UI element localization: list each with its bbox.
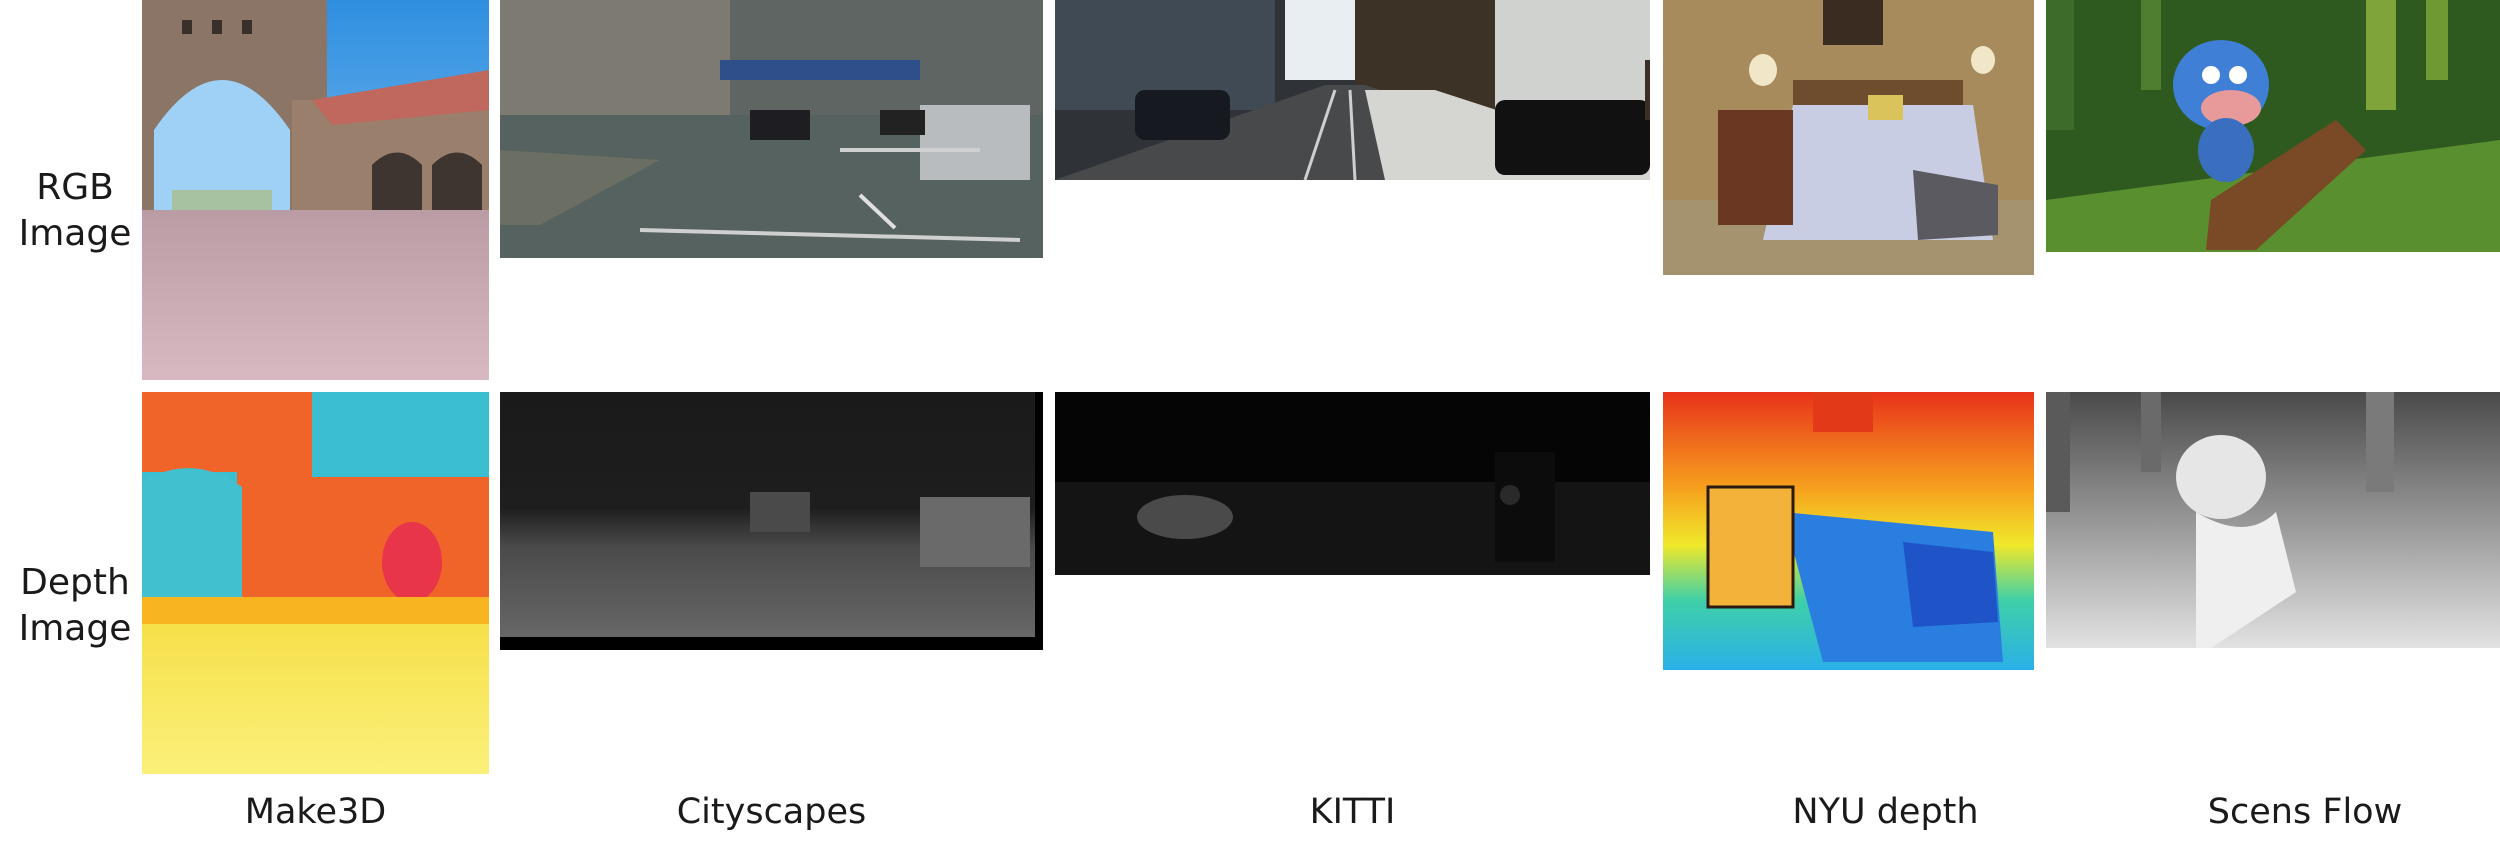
sceneflow-rgb-image bbox=[2046, 0, 2500, 252]
dataset-label-make3d: Make3D bbox=[244, 792, 387, 832]
row-label-rgb-line2: Image bbox=[18, 213, 132, 254]
dataset-label-kitti: KITTI bbox=[1309, 792, 1396, 832]
row-label-rgb: RGB Image bbox=[4, 165, 146, 257]
make3d-depth-image bbox=[142, 392, 489, 774]
cityscapes-depth-image bbox=[500, 392, 1043, 650]
dataset-label-cityscapes: Cityscapes bbox=[676, 792, 867, 832]
sceneflow-depth-image bbox=[2046, 392, 2500, 648]
nyu-depth-image bbox=[1663, 392, 2034, 670]
cityscapes-rgb-image bbox=[500, 0, 1043, 258]
row-label-depth: Depth Image bbox=[4, 560, 146, 652]
make3d-rgb-image bbox=[142, 0, 489, 380]
kitti-depth-image bbox=[1055, 392, 1650, 575]
nyu-rgb-image bbox=[1663, 0, 2034, 275]
row-label-depth-line1: Depth bbox=[20, 562, 130, 603]
kitti-rgb-image bbox=[1055, 0, 1650, 180]
row-label-rgb-line1: RGB bbox=[36, 167, 114, 208]
dataset-label-nyu: NYU depth bbox=[1792, 792, 1979, 832]
row-label-depth-line2: Image bbox=[18, 608, 132, 649]
dataset-label-sceneflow: Scens Flow bbox=[2207, 792, 2403, 832]
